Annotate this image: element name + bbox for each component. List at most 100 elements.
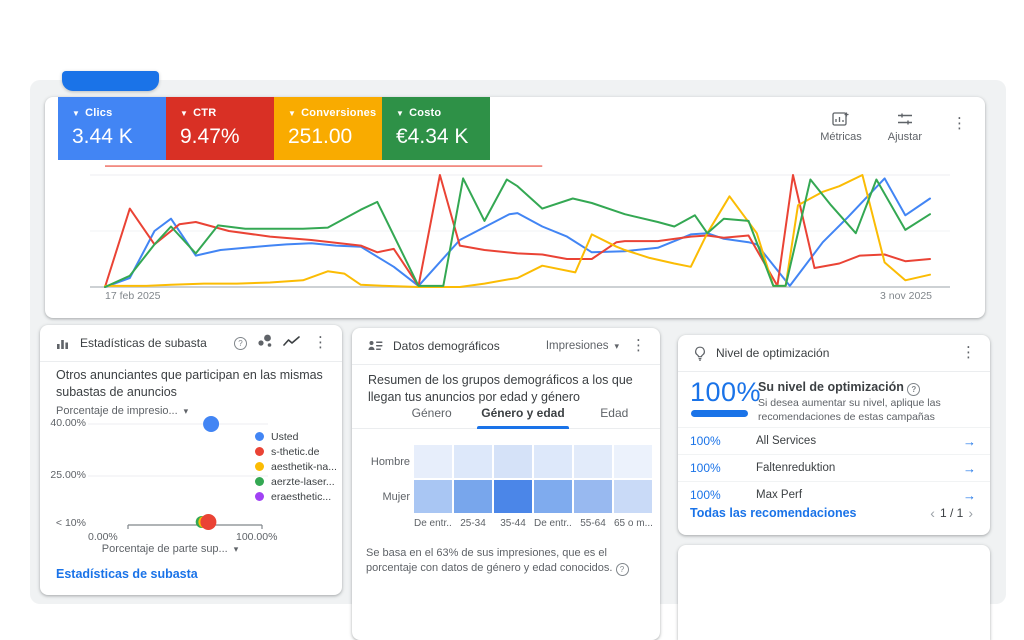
legend-item-s-thetic-de[interactable]: s-thetic.de [255, 444, 337, 459]
legend-item-aerzte-laser[interactable]: aerzte-laser... [255, 474, 337, 489]
legend-item-usted[interactable]: Usted [255, 429, 337, 444]
heatmap-column-label: 55-64 [574, 518, 612, 529]
legend-label: s-thetic.de [271, 446, 319, 458]
heatmap-cell-hombre-25-34 [454, 445, 492, 478]
campaign-score: 100% [690, 488, 756, 502]
optimization-card-footer: Todas las recomendaciones ‹ 1 / 1 › [678, 505, 990, 521]
heatmap-column-labels: De entr...25-3435-44De entr...55-6465 o … [414, 518, 652, 529]
auction-card-title: Estadísticas de subasta [80, 336, 234, 350]
auction-insights-card: Estadísticas de subasta ? ⋮ Otros anunci… [40, 325, 342, 595]
arrow-right-icon[interactable]: → [963, 488, 976, 503]
auction-legend: Usted s-thetic.de aesthetik-na... aerzte-la… [255, 429, 337, 504]
heatmap-column-label: De entr... [534, 518, 572, 529]
heatmap-cell-mujer-65-o-m [614, 480, 652, 513]
auction-insights-link[interactable]: Estadísticas de subasta [56, 567, 198, 581]
legend-dot [255, 477, 264, 486]
campaign-row-max-perf[interactable]: 100%Max Perf→ [678, 481, 990, 508]
heatmap-column-label: 65 o m... [614, 518, 652, 529]
demographics-subtitle: Resumen de los grupos demográficos a los… [368, 372, 652, 406]
legend-label: eraesthetic... [271, 491, 331, 503]
arrow-right-icon[interactable]: → [963, 461, 976, 476]
pagination-count: 1 / 1 [940, 506, 963, 520]
heatmap-column-label: De entr... [414, 518, 452, 529]
optimization-progress-bar [691, 410, 748, 417]
heatmap-row-label-mujer: Mujer [350, 491, 410, 503]
scatter-xtick-100: 100.00% [236, 531, 277, 543]
x-metric-dropdown-label: Porcentaje de parte sup... [102, 543, 228, 555]
x-metric-dropdown[interactable]: Porcentaje de parte sup... ▾ [40, 543, 300, 555]
heatmap-cell-hombre-de-entr [534, 445, 572, 478]
demographics-card-title: Datos demográficos [393, 339, 546, 353]
arrow-right-icon[interactable]: → [963, 434, 976, 449]
tab-genero[interactable]: Género [386, 406, 477, 428]
legend-dot [255, 492, 264, 501]
heatmap-cell-mujer-de-entr [534, 480, 572, 513]
demographics-icon [368, 340, 383, 352]
optimization-card-title: Nivel de optimización [716, 346, 959, 360]
impressions-dropdown-label: Impresiones [546, 340, 609, 352]
campaign-name: Max Perf [756, 489, 963, 501]
heatmap-cell-hombre-55-64 [574, 445, 612, 478]
optimization-card-header: Nivel de optimización ⋮ [678, 335, 990, 372]
demographics-footnote: Se basa en el 63% de sus impresiones, qu… [366, 546, 652, 576]
campaign-name: All Services [756, 435, 963, 447]
chart-end-date: 3 nov 2025 [880, 290, 932, 302]
all-recommendations-link[interactable]: Todas las recomendaciones [690, 506, 857, 520]
timeseries-chart-canvas [45, 97, 985, 318]
demographics-more-menu-icon[interactable]: ⋮ [629, 339, 648, 353]
auction-more-menu-icon[interactable]: ⋮ [311, 336, 330, 350]
legend-dot [255, 462, 264, 471]
clipped-blue-button[interactable] [62, 71, 159, 91]
heatmap-row-label-hombre: Hombre [350, 456, 410, 468]
impressions-dropdown[interactable]: Impresiones ▾ [546, 340, 619, 352]
legend-label: aesthetik-na... [271, 461, 337, 473]
optimization-description: Si desea aumentar su nivel, aplique las … [758, 396, 978, 424]
optimization-headline-text: Su nivel de optimización [758, 380, 904, 394]
heatmap-cell-mujer-35-44 [494, 480, 532, 513]
scatter-xtick-0: 0.00% [88, 531, 118, 543]
help-icon[interactable]: ? [234, 337, 247, 350]
tab-genero-y-edad[interactable]: Género y edad [477, 406, 568, 428]
campaign-row-faltenreduktion[interactable]: 100%Faltenreduktion→ [678, 454, 990, 481]
heatmap-cell-hombre-65-o-m [614, 445, 652, 478]
bubble-chart-icon[interactable] [257, 334, 273, 353]
campaign-score: 100% [690, 461, 756, 475]
campaign-name: Faltenreduktion [756, 462, 963, 474]
auction-card-header: Estadísticas de subasta ? ⋮ [40, 325, 342, 362]
chart-start-date: 17 feb 2025 [105, 290, 160, 302]
demographics-card-header: Datos demográficos Impresiones ▾ ⋮ [352, 328, 660, 365]
bar-chart-icon [56, 337, 70, 350]
legend-item-aesthetik-na[interactable]: aesthetik-na... [255, 459, 337, 474]
demographics-card: Datos demográficos Impresiones ▾ ⋮ Resum… [352, 328, 660, 640]
heatmap-cell-hombre-de-entr [414, 445, 452, 478]
caret-down-icon: ▾ [234, 544, 239, 555]
next-card-clipped [678, 545, 990, 640]
optimization-score-value: 100% [690, 377, 761, 408]
heatmap-column-label: 25-34 [454, 518, 492, 529]
heatmap-column-label: 35-44 [494, 518, 532, 529]
optimization-headline: Su nivel de optimización ? [758, 380, 920, 396]
tab-edad[interactable]: Edad [569, 406, 660, 428]
performance-chart-card: ▼Clics3.44 K▼CTR9.47%▼Conversiones251.00… [45, 97, 985, 318]
caret-down-icon: ▾ [614, 341, 619, 352]
chevron-right-icon[interactable]: › [963, 505, 978, 521]
heatmap-cell-mujer-25-34 [454, 480, 492, 513]
help-icon[interactable]: ? [907, 383, 920, 396]
legend-label: Usted [271, 431, 298, 443]
optimization-more-menu-icon[interactable]: ⋮ [959, 346, 978, 360]
chevron-left-icon[interactable]: ‹ [925, 505, 940, 521]
auction-subtitle: Otros anunciantes que participan en las … [56, 367, 332, 401]
legend-dot [255, 447, 264, 456]
age-gender-heatmap [414, 445, 652, 515]
legend-label: aerzte-laser... [271, 476, 335, 488]
demographics-tabs: Género Género y edad Edad [352, 406, 660, 429]
heatmap-cell-hombre-35-44 [494, 445, 532, 478]
lightbulb-icon [694, 346, 706, 361]
campaign-row-all-services[interactable]: 100%All Services→ [678, 427, 990, 454]
heatmap-cell-mujer-55-64 [574, 480, 612, 513]
footnote-text: Se basa en el 63% de sus impresiones, qu… [366, 547, 612, 574]
help-icon[interactable]: ? [616, 563, 629, 576]
line-chart-icon[interactable] [283, 334, 301, 352]
optimization-score-card: Nivel de optimización ⋮ 100% Su nivel de… [678, 335, 990, 535]
legend-item-eraesthetic[interactable]: eraesthetic... [255, 489, 337, 504]
